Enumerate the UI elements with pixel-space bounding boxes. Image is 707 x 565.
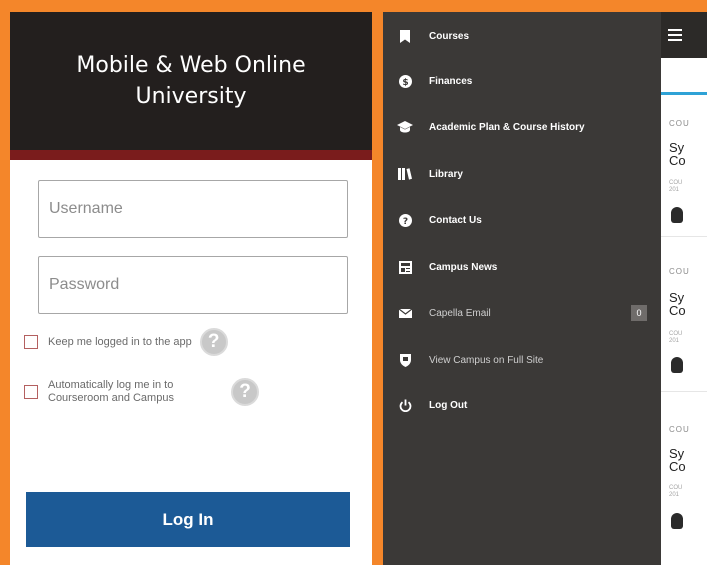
email-count-badge: 0 — [631, 305, 647, 321]
avatar — [671, 357, 683, 373]
svg-text:?: ? — [402, 217, 407, 227]
course-card-meta: 201 — [669, 338, 680, 344]
drawer-item-courses[interactable]: Courses — [383, 16, 661, 56]
drawer-item-finances[interactable]: $ Finances — [383, 61, 661, 101]
shield-icon — [397, 352, 413, 368]
bookmark-icon — [397, 28, 413, 44]
auto-login-checkbox[interactable] — [24, 385, 38, 399]
password-field — [38, 256, 348, 314]
svg-text:$: $ — [402, 78, 408, 88]
hamburger-menu-icon[interactable] — [668, 26, 682, 44]
keep-logged-in-checkbox[interactable] — [24, 335, 38, 349]
drawer-item-campus-news[interactable]: Campus News — [383, 247, 661, 287]
avatar — [671, 207, 683, 223]
login-header: Mobile & Web Online University — [10, 12, 372, 150]
keep-logged-in-row: Keep me logged in to the app ? — [24, 328, 356, 356]
login-screen: Mobile & Web Online University Keep me l… — [10, 12, 372, 565]
username-field — [38, 180, 348, 238]
drawer-item-label: Courses — [429, 30, 470, 42]
avatar — [671, 513, 683, 529]
course-card-label: COU — [669, 425, 690, 434]
drawer-item-label: Log Out — [429, 399, 468, 411]
auto-login-row: Automatically log me in to Courseroom an… — [24, 378, 356, 406]
auto-login-help-icon[interactable]: ? — [231, 378, 259, 406]
course-card-title[interactable]: Co — [669, 460, 686, 473]
envelope-icon — [397, 305, 413, 321]
drawer-item-view-full-site[interactable]: View Campus on Full Site — [383, 340, 661, 380]
drawer-item-contact-us[interactable]: ? Contact Us — [383, 200, 661, 240]
drawer-item-academic-plan[interactable]: Academic Plan & Course History — [383, 107, 661, 147]
auto-login-label: Automatically log me in to Courseroom an… — [48, 379, 174, 404]
keep-logged-in-help-icon[interactable]: ? — [199, 328, 228, 356]
username-input[interactable] — [39, 181, 347, 237]
newspaper-icon — [397, 259, 413, 275]
dollar-icon: $ — [397, 73, 413, 89]
drawer-item-log-out[interactable]: Log Out — [383, 385, 661, 425]
app-title: Mobile & Web Online University — [76, 53, 306, 109]
drawer-item-label: Library — [429, 168, 463, 180]
course-card-label: COU — [669, 267, 690, 276]
graduation-cap-icon — [397, 119, 413, 135]
navigation-drawer: Courses $ Finances Academic Plan & Cours… — [383, 12, 661, 565]
library-icon — [397, 166, 413, 182]
course-list: COU Sy Co COU 201 COU Sy Co COU 201 COU … — [661, 95, 707, 565]
course-card-meta: COU — [669, 331, 683, 337]
log-in-button[interactable]: Log In — [26, 492, 350, 547]
course-card-label: COU — [669, 119, 690, 128]
course-card-meta: COU — [669, 485, 683, 491]
drawer-item-label: Contact Us — [429, 214, 482, 226]
course-card-meta: 201 — [669, 492, 680, 498]
course-card-meta: 201 — [669, 187, 680, 193]
login-form: Keep me logged in to the app ? Automatic… — [10, 160, 372, 406]
password-input[interactable] — [39, 257, 347, 313]
course-card-title[interactable]: Co — [669, 304, 686, 317]
drawer-item-label: Academic Plan & Course History — [429, 121, 585, 133]
question-icon: ? — [397, 212, 413, 228]
drawer-item-label: Finances — [429, 75, 473, 87]
drawer-item-library[interactable]: Library — [383, 154, 661, 194]
drawer-item-label: Campus News — [429, 261, 498, 273]
main-content-peek: COU Sy Co COU 201 COU Sy Co COU 201 COU … — [661, 12, 707, 565]
app-toolbar — [661, 12, 707, 58]
drawer-item-capella-email[interactable]: Capella Email 0 — [383, 293, 661, 333]
card-divider — [661, 236, 707, 237]
card-divider — [661, 391, 707, 392]
drawer-item-label: Capella Email — [429, 307, 491, 319]
course-card-title[interactable]: Co — [669, 154, 686, 167]
drawer-item-label: View Campus on Full Site — [429, 354, 544, 366]
accent-bar — [10, 150, 372, 160]
app-screen: Courses $ Finances Academic Plan & Cours… — [383, 12, 707, 565]
keep-logged-in-label: Keep me logged in to the app — [48, 335, 192, 348]
power-icon — [397, 397, 413, 413]
course-card-meta: COU — [669, 180, 683, 186]
